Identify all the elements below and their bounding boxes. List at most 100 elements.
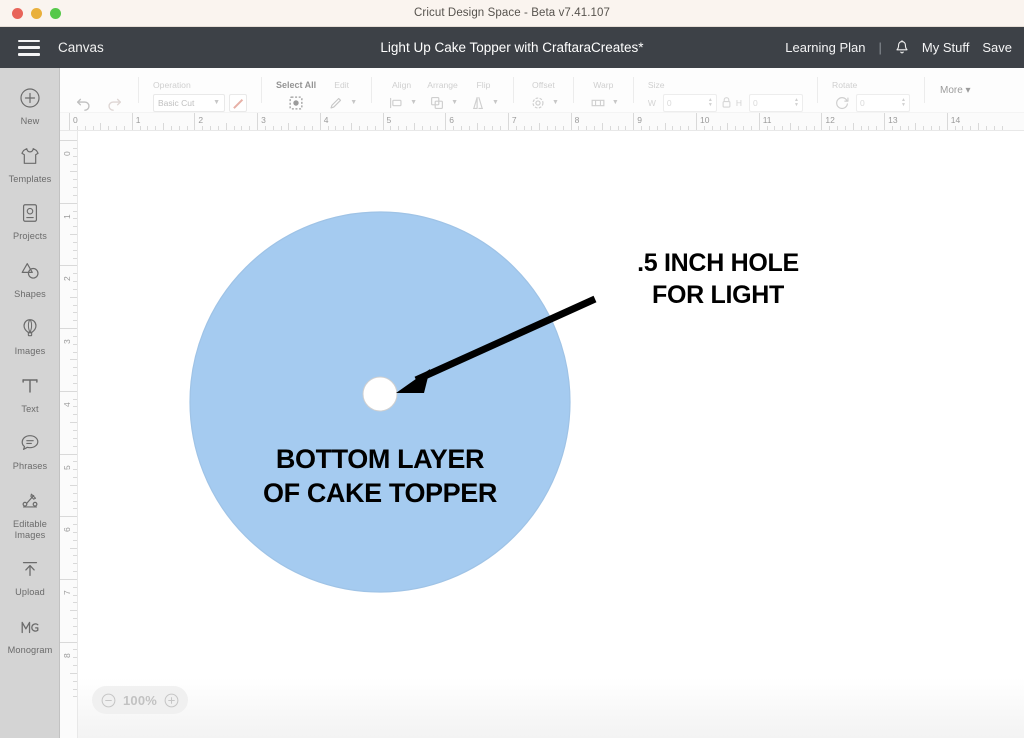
chevron-down-icon[interactable]: ▼ — [410, 99, 417, 106]
my-stuff-link[interactable]: My Stuff — [922, 40, 969, 55]
learning-plan-link[interactable]: Learning Plan — [785, 40, 865, 55]
sidebar-item-upload[interactable]: Upload — [0, 547, 60, 605]
cricut-design-space-window: Cricut Design Space - Beta v7.41.107 Can… — [0, 0, 1024, 738]
undo-icon[interactable] — [74, 93, 94, 113]
canvas-nav-label[interactable]: Canvas — [58, 40, 104, 55]
sidebar-item-shapes[interactable]: Shapes — [0, 249, 60, 307]
ruler-tick-minor — [492, 126, 494, 130]
ruler-tick-minor — [1001, 126, 1003, 130]
ruler-tick-minor — [296, 126, 298, 130]
callout-label: .5 INCH HOLE FOR LIGHT — [588, 249, 848, 310]
select-all-cell: Select All — [271, 75, 321, 113]
height-value: 0 — [752, 97, 758, 108]
ruler-label: 5 — [62, 464, 72, 470]
callout-line-2: FOR LIGHT — [651, 280, 784, 309]
more-button[interactable]: More ▾ — [940, 85, 971, 96]
chevron-down-icon[interactable]: ▼ — [451, 99, 458, 106]
pencil-icon[interactable] — [326, 93, 346, 113]
lock-icon[interactable] — [721, 96, 732, 109]
ruler-tick-major — [131, 113, 133, 130]
sidebar-item-templates[interactable]: Templates — [0, 134, 60, 192]
ruler-tick-minor — [100, 123, 102, 130]
ruler-tick-major — [633, 113, 635, 130]
width-input[interactable]: 0 ▲ ▼ — [662, 93, 717, 112]
tshirt-icon — [17, 143, 43, 169]
save-button[interactable]: Save — [982, 40, 1012, 55]
ruler-tick-minor — [73, 194, 77, 196]
line-color-swatch[interactable] — [229, 93, 247, 112]
sidebar-item-phrases[interactable]: Phrases — [0, 421, 60, 479]
ruler-tick-minor — [413, 123, 415, 130]
design-canvas[interactable]: .5 INCH HOLE FOR LIGHT BOTTOM LAYER OF C… — [78, 131, 1024, 738]
sidebar-item-projects[interactable]: Projects — [0, 191, 60, 249]
sidebar-item-monogram[interactable]: Monogram — [0, 605, 60, 663]
ruler-tick-minor — [73, 335, 77, 337]
align-left-icon[interactable] — [386, 93, 406, 113]
ruler-label: 2 — [198, 115, 204, 125]
chevron-down-icon[interactable]: ▼ — [492, 99, 499, 106]
ruler-label: 4 — [62, 402, 72, 407]
ruler-tick-minor — [73, 508, 77, 510]
sidebar-item-text[interactable]: Text — [0, 364, 60, 422]
ruler-tick-minor — [202, 126, 204, 130]
ruler-tick-minor — [923, 126, 925, 130]
history-group — [60, 68, 138, 113]
ruler-tick-minor — [73, 555, 77, 557]
ruler-tick-minor — [73, 500, 77, 502]
sidebar-item-images[interactable]: Images — [0, 306, 60, 364]
ruler-tick-minor — [703, 126, 705, 130]
sidebar-item-label: New — [20, 116, 40, 126]
chevron-down-icon[interactable]: ▼ — [612, 99, 619, 106]
ruler-label: 0 — [62, 151, 72, 156]
ruler-tick-minor — [70, 547, 77, 549]
size-group: Size W 0 ▲ ▼ H 0 ▲ ▼ — [634, 68, 817, 113]
operation-select[interactable]: Basic Cut ▼ — [153, 93, 225, 112]
ruler-tick-minor — [876, 126, 878, 130]
shape-label: BOTTOM LAYER OF CAKE TOPPER — [230, 444, 530, 510]
bell-icon[interactable] — [895, 39, 909, 56]
ruler-tick-minor — [766, 126, 768, 130]
ruler-tick-minor — [868, 126, 870, 130]
height-input[interactable]: 0 ▲ ▼ — [748, 93, 803, 112]
plus-circle-icon[interactable] — [164, 693, 179, 708]
ruler-tick-minor — [531, 126, 533, 130]
flip-horizontal-icon[interactable] — [468, 93, 488, 113]
ruler-tick-minor — [178, 126, 180, 130]
layers-icon[interactable] — [427, 93, 447, 113]
width-stepper[interactable]: ▲ ▼ — [708, 97, 713, 108]
ruler-tick-minor — [73, 163, 77, 165]
ruler-tick-minor — [617, 126, 619, 130]
rotate-value: 0 — [859, 97, 865, 108]
warp-group: Warp ▼ — [574, 68, 633, 113]
ruler-tick-minor — [985, 126, 987, 130]
ruler-tick-minor — [73, 477, 77, 478]
ruler-tick-minor — [73, 649, 77, 651]
sidebar-item-new[interactable]: New — [0, 76, 60, 134]
ruler-tick-minor — [73, 382, 77, 384]
ruler-tick-minor — [272, 126, 274, 130]
project-card-icon — [17, 200, 43, 226]
sidebar-item-editable-images[interactable]: Editable Images — [0, 479, 60, 547]
redo-icon[interactable] — [104, 93, 124, 113]
chevron-down-icon[interactable]: ▼ — [552, 99, 559, 106]
rotate-icon[interactable] — [832, 93, 852, 113]
ruler-tick-minor — [656, 126, 658, 130]
light-hole-circle[interactable] — [362, 376, 398, 412]
ruler-tick-minor — [73, 429, 77, 431]
hamburger-icon[interactable] — [18, 39, 40, 56]
ruler-tick-major — [257, 113, 259, 130]
warp-icon[interactable] — [588, 93, 608, 113]
sidebar-item-label: Phrases — [12, 461, 48, 472]
rotate-stepper[interactable]: ▲ ▼ — [901, 97, 906, 108]
ruler-tick-major — [445, 113, 447, 130]
offset-gear-icon[interactable] — [528, 93, 548, 113]
ruler-tick-minor — [335, 126, 337, 130]
minus-circle-icon[interactable] — [101, 693, 116, 708]
height-stepper[interactable]: ▲ ▼ — [794, 97, 799, 108]
horizontal-ruler: 0 1 2 3 4 5 6 7 8 9 10 11 12 13 14 — [60, 113, 1024, 131]
chevron-down-icon[interactable]: ▼ — [350, 99, 357, 106]
ruler-tick-minor — [73, 187, 77, 189]
marquee-select-icon[interactable] — [286, 93, 306, 113]
undo-cell — [69, 75, 99, 113]
rotate-input[interactable]: 0 ▲ ▼ — [855, 93, 910, 112]
